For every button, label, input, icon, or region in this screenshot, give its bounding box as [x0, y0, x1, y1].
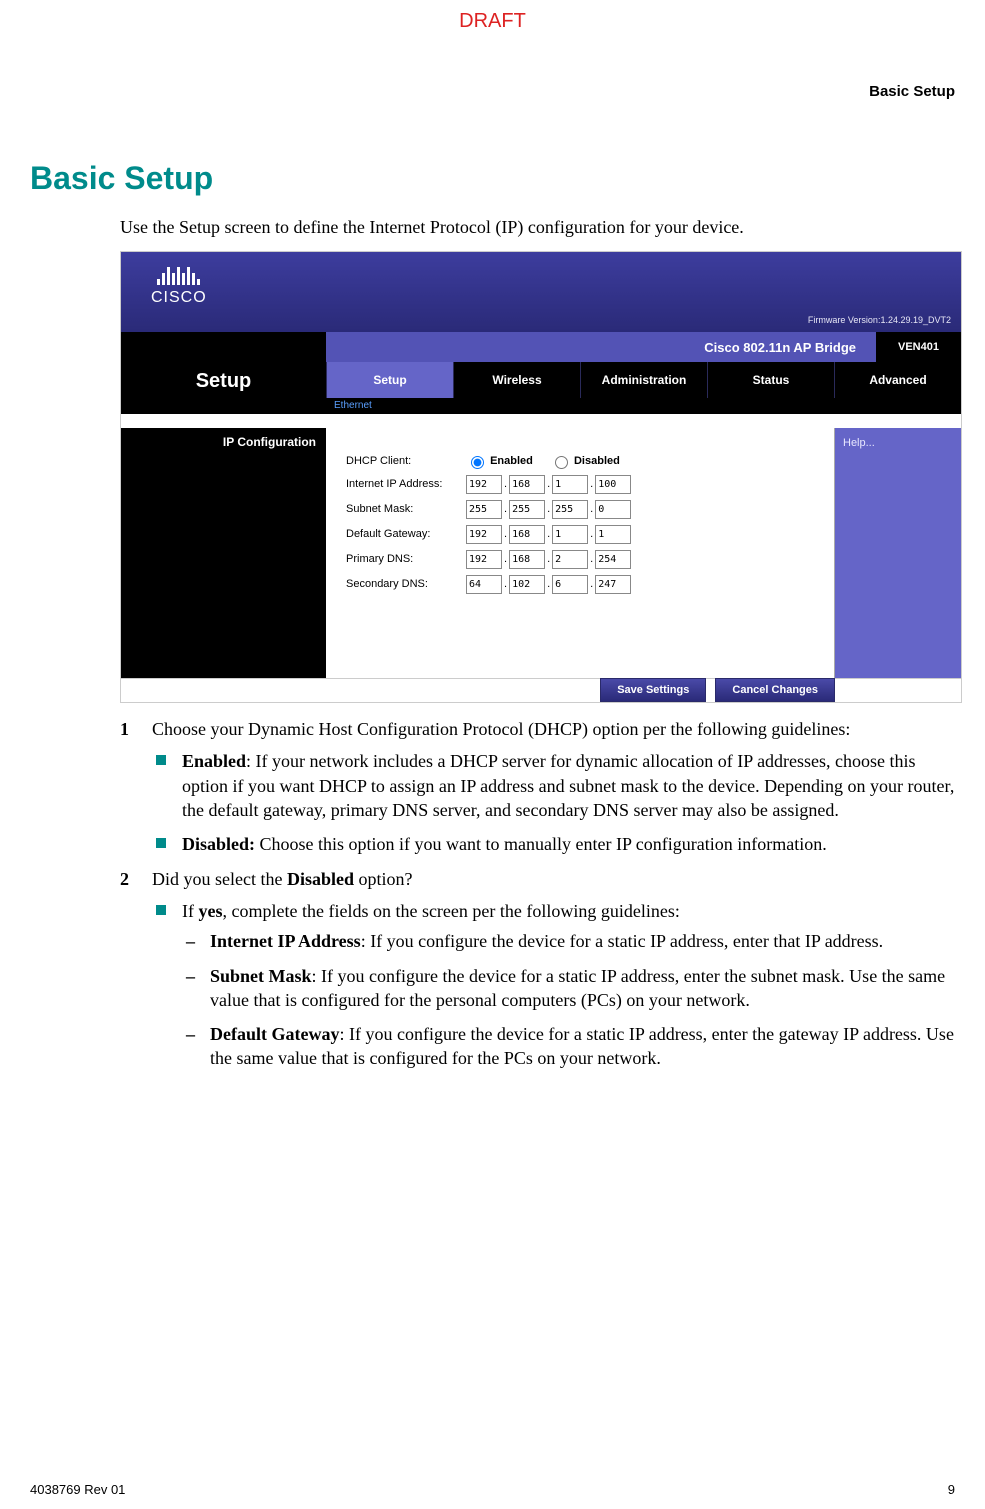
gl-mask-text: : If you configure the device for a stat… [210, 966, 945, 1010]
step-2-lead-1: Did you select the [152, 869, 287, 889]
tab-wireless[interactable]: Wireless [453, 362, 580, 398]
yes-bold: yes [199, 901, 223, 921]
tab-setup[interactable]: Setup [326, 362, 453, 398]
guideline-ip: Internet IP Address: If you configure th… [186, 929, 955, 953]
cisco-logo: CISCO [151, 267, 207, 309]
ui-header: CISCO Firmware Version:1.24.29.19_DVT2 [121, 252, 961, 332]
sidebar-ip-config: IP Configuration [121, 428, 326, 456]
draft-label: DRAFT [30, 10, 955, 33]
dns2-label: Secondary DNS: [346, 577, 466, 592]
dns2-octet-2[interactable] [509, 575, 545, 594]
gl-ip-text: : If you configure the device for a stat… [361, 931, 883, 951]
mask-octet-1[interactable] [466, 500, 502, 519]
step-2-lead-bold: Disabled [287, 869, 354, 889]
page-footer: 4038769 Rev 01 9 [30, 1482, 955, 1497]
page-title: Basic Setup [30, 160, 955, 197]
ip-address-label: Internet IP Address: [346, 477, 466, 492]
dns2-octet-4[interactable] [595, 575, 631, 594]
enabled-label: Enabled [182, 751, 246, 771]
guideline-gw: Default Gateway: If you configure the de… [186, 1022, 955, 1071]
gl-ip-label: Internet IP Address [210, 931, 361, 951]
step-2-yes: If yes, complete the fields on the scree… [156, 899, 955, 1071]
mask-octet-4[interactable] [595, 500, 631, 519]
step-2-lead-2: option? [354, 869, 413, 889]
gl-gw-label: Default Gateway [210, 1024, 339, 1044]
enabled-text: : If your network includes a DHCP server… [182, 751, 954, 820]
ui-button-row: Save Settings Cancel Changes [121, 678, 961, 702]
dhcp-disabled-label: Disabled [574, 455, 620, 467]
gw-octet-3[interactable] [552, 525, 588, 544]
gw-octet-2[interactable] [509, 525, 545, 544]
yes-2: , complete the fields on the screen per … [223, 901, 680, 921]
dhcp-enabled-label: Enabled [490, 455, 533, 467]
ip-octet-4[interactable] [595, 475, 631, 494]
step-2: Did you select the Disabled option? If y… [120, 867, 955, 1071]
subnav-row: Ethernet [121, 398, 961, 414]
help-panel[interactable]: Help... [835, 428, 961, 678]
gateway-label: Default Gateway: [346, 527, 466, 542]
router-ui-screenshot: CISCO Firmware Version:1.24.29.19_DVT2 C… [120, 251, 962, 703]
tab-advanced[interactable]: Advanced [834, 362, 961, 398]
dns1-octet-3[interactable] [552, 550, 588, 569]
yes-1: If [182, 901, 199, 921]
product-title-row: Cisco 802.11n AP Bridge VEN401 [121, 332, 961, 362]
dhcp-label: DHCP Client: [346, 454, 466, 469]
gw-octet-4[interactable] [595, 525, 631, 544]
dns2-octet-3[interactable] [552, 575, 588, 594]
cisco-logo-icon [151, 267, 207, 285]
disabled-text: Choose this option if you want to manual… [255, 834, 827, 854]
subnav-ethernet[interactable]: Ethernet [326, 398, 380, 414]
intro-text: Use the Setup screen to define the Inter… [120, 215, 955, 239]
ip-octet-2[interactable] [509, 475, 545, 494]
dns1-octet-4[interactable] [595, 550, 631, 569]
disabled-label: Disabled: [182, 834, 255, 854]
ip-octet-3[interactable] [552, 475, 588, 494]
dhcp-enabled-radio[interactable] [471, 456, 484, 469]
tab-status[interactable]: Status [707, 362, 834, 398]
step-1-enabled: Enabled: If your network includes a DHCP… [156, 749, 955, 822]
gl-mask-label: Subnet Mask [210, 966, 312, 986]
cancel-changes-button[interactable]: Cancel Changes [715, 678, 835, 702]
step-1-disabled: Disabled: Choose this option if you want… [156, 832, 955, 856]
mask-octet-3[interactable] [552, 500, 588, 519]
nav-row: Setup Setup Wireless Administration Stat… [121, 362, 961, 398]
firmware-version: Firmware Version:1.24.29.19_DVT2 [808, 314, 951, 326]
product-model: VEN401 [876, 332, 961, 362]
section-title: Setup [121, 362, 326, 398]
ip-config-form: DHCP Client: Enabled Disabled Internet I… [326, 428, 835, 678]
cisco-logo-text: CISCO [151, 287, 207, 309]
dns1-octet-1[interactable] [466, 550, 502, 569]
tab-administration[interactable]: Administration [580, 362, 707, 398]
save-settings-button[interactable]: Save Settings [600, 678, 706, 702]
step-1: Choose your Dynamic Host Configuration P… [120, 717, 955, 856]
product-title: Cisco 802.11n AP Bridge [326, 332, 876, 362]
footer-page-number: 9 [948, 1482, 955, 1497]
step-1-text: Choose your Dynamic Host Configuration P… [152, 719, 850, 739]
gw-octet-1[interactable] [466, 525, 502, 544]
dns1-label: Primary DNS: [346, 552, 466, 567]
page-section-header: Basic Setup [30, 83, 955, 100]
dhcp-disabled-radio[interactable] [555, 456, 568, 469]
mask-octet-2[interactable] [509, 500, 545, 519]
dns2-octet-1[interactable] [466, 575, 502, 594]
guideline-mask: Subnet Mask: If you configure the device… [186, 964, 955, 1013]
mask-label: Subnet Mask: [346, 502, 466, 517]
ip-octet-1[interactable] [466, 475, 502, 494]
dns1-octet-2[interactable] [509, 550, 545, 569]
footer-docid: 4038769 Rev 01 [30, 1482, 125, 1497]
ui-sidebar: IP Configuration [121, 428, 326, 678]
